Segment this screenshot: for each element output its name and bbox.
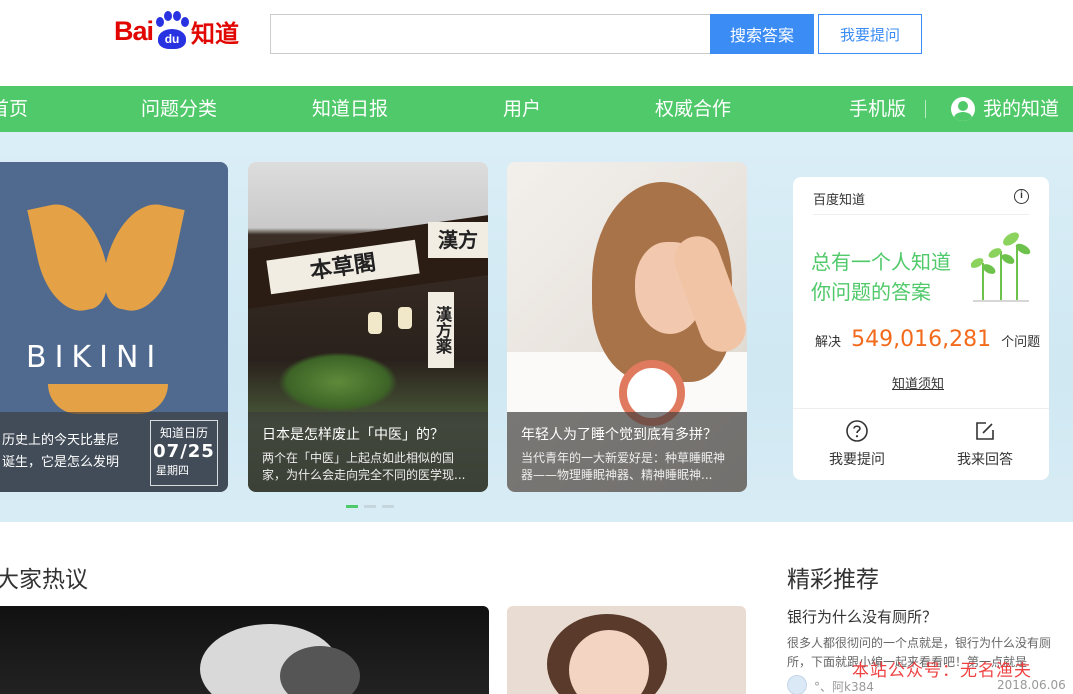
carousel-pagination xyxy=(346,505,394,508)
count-suffix: 个问题 xyxy=(1001,335,1041,350)
daily-date: 07/25 xyxy=(153,441,215,462)
slogan: 总有一个人知道 你问题的答案 xyxy=(811,250,951,304)
answer-action[interactable]: 我来回答 xyxy=(945,419,1025,469)
card-desc: 当代青年的一大新爱好是：种草睡眠神器——物理睡眠神器、精神睡眠神... xyxy=(521,451,726,482)
nav-item-mobile[interactable]: 手机版 xyxy=(849,86,906,132)
guide-link[interactable]: 知道须知 xyxy=(892,373,944,392)
logo-bai-text: Bai xyxy=(114,15,154,46)
baidu-zhidao-logo[interactable]: Bai du 知道 xyxy=(114,8,254,54)
carousel-card-sleep[interactable]: 年轻人为了睡个觉到底有多拼？ 当代青年的一大新爱好是：种草睡眠神器——物理睡眠神… xyxy=(507,162,747,492)
shop-sign-2: 漢方 xyxy=(428,222,488,258)
nav-item-partners[interactable]: 权威合作 xyxy=(655,86,731,132)
carousel-dot[interactable] xyxy=(346,505,358,508)
bikini-image-text: BIKINI xyxy=(26,340,164,375)
avatar[interactable] xyxy=(787,675,807,694)
nav-item-daily[interactable]: 知道日报 xyxy=(312,86,388,132)
info-card-actions: 我要提问 我来回答 xyxy=(793,408,1049,480)
main-nav: 首页 问题分类 知道日报 用户 权威合作 手机版 我的知道 xyxy=(0,86,1073,132)
card-title: 日本是怎样废止「中医」的？ xyxy=(262,427,444,443)
nav-item-my-zhidao[interactable]: 我的知道 xyxy=(983,86,1059,132)
card-title-line2: 诞生，它是怎么发明 xyxy=(2,455,120,470)
info-card-title: 百度知道 xyxy=(813,193,866,208)
card-title: 历史上的今天比基尼 xyxy=(2,433,120,448)
daily-calendar-badge: 知道日历 07/25 星期四 xyxy=(150,420,218,486)
ask-action-label: 我要提问 xyxy=(829,452,885,468)
edit-icon xyxy=(976,422,994,440)
hot-topics-title: 大家热议 xyxy=(0,567,88,593)
hot-topic-image-2[interactable] xyxy=(507,606,746,694)
recommend-title: 精彩推荐 xyxy=(787,567,879,593)
daily-label: 知道日历 xyxy=(159,426,208,440)
count-value: 549,016,281 xyxy=(851,327,992,352)
nav-item-home[interactable]: 首页 xyxy=(0,86,28,132)
solved-count: 解决 549,016,281 个问题 xyxy=(815,327,1040,352)
count-prefix: 解决 xyxy=(815,335,842,350)
watermark: 本站公众号：无名渔夫 xyxy=(852,661,1032,681)
header: Bai du 知道 搜索答案 我要提问 xyxy=(0,0,1073,86)
hot-topic-image[interactable] xyxy=(0,606,489,694)
banner-carousel: BIKINI 历史上的今天比基尼 诞生，它是怎么发明 知道日历 07/25 星期… xyxy=(0,132,1073,522)
logo-du-text: du xyxy=(158,29,187,49)
card-caption: 年轻人为了睡个觉到底有多拼？ 当代青年的一大新爱好是：种草睡眠神器——物理睡眠神… xyxy=(507,412,747,492)
nav-item-users[interactable]: 用户 xyxy=(503,86,541,132)
carousel-dot[interactable] xyxy=(364,505,376,508)
recommend-question[interactable]: 银行为什么没有厕所？ xyxy=(787,606,937,627)
card-title: 年轻人为了睡个觉到底有多拼？ xyxy=(521,427,717,443)
nav-item-categories[interactable]: 问题分类 xyxy=(141,86,217,132)
carousel-dot[interactable] xyxy=(382,505,394,508)
ask-action[interactable]: 我要提问 xyxy=(817,419,897,469)
paw-icon: du xyxy=(154,11,190,51)
nav-divider xyxy=(925,100,926,118)
card-desc: 两个在「中医」上起点如此相似的国家，为什么会走向完全不同的医学现... xyxy=(262,451,466,482)
question-icon xyxy=(846,420,868,442)
ask-question-button[interactable]: 我要提问 xyxy=(818,14,922,54)
zhidao-info-card: 百度知道 i 总有一个人知道 你问题的答案 解决 549,016,281 个问题… xyxy=(793,177,1049,480)
search-button[interactable]: 搜索答案 xyxy=(710,14,814,54)
user-icon[interactable] xyxy=(951,97,975,121)
bikini-illustration xyxy=(27,196,115,318)
info-icon[interactable]: i xyxy=(1014,189,1029,204)
shop-sign-vertical: 漢方薬 xyxy=(428,292,454,368)
card-caption: 历史上的今天比基尼 诞生，它是怎么发明 知道日历 07/25 星期四 xyxy=(0,412,228,492)
answer-action-label: 我来回答 xyxy=(957,452,1013,468)
sprout-icon xyxy=(971,232,1031,302)
search-input[interactable] xyxy=(270,14,711,54)
card-caption: 日本是怎样废止「中医」的？ 两个在「中医」上起点如此相似的国家，为什么会走向完全… xyxy=(248,412,488,492)
logo-zhidao-text: 知道 xyxy=(191,19,240,48)
carousel-card-chinese-medicine[interactable]: 本草閣 漢方 漢方薬 日本是怎样废止「中医」的？ 两个在「中医」上起点如此相似的… xyxy=(248,162,488,492)
carousel-card-bikini[interactable]: BIKINI 历史上的今天比基尼 诞生，它是怎么发明 知道日历 07/25 星期… xyxy=(0,162,228,492)
daily-weekday: 星期四 xyxy=(156,464,189,477)
